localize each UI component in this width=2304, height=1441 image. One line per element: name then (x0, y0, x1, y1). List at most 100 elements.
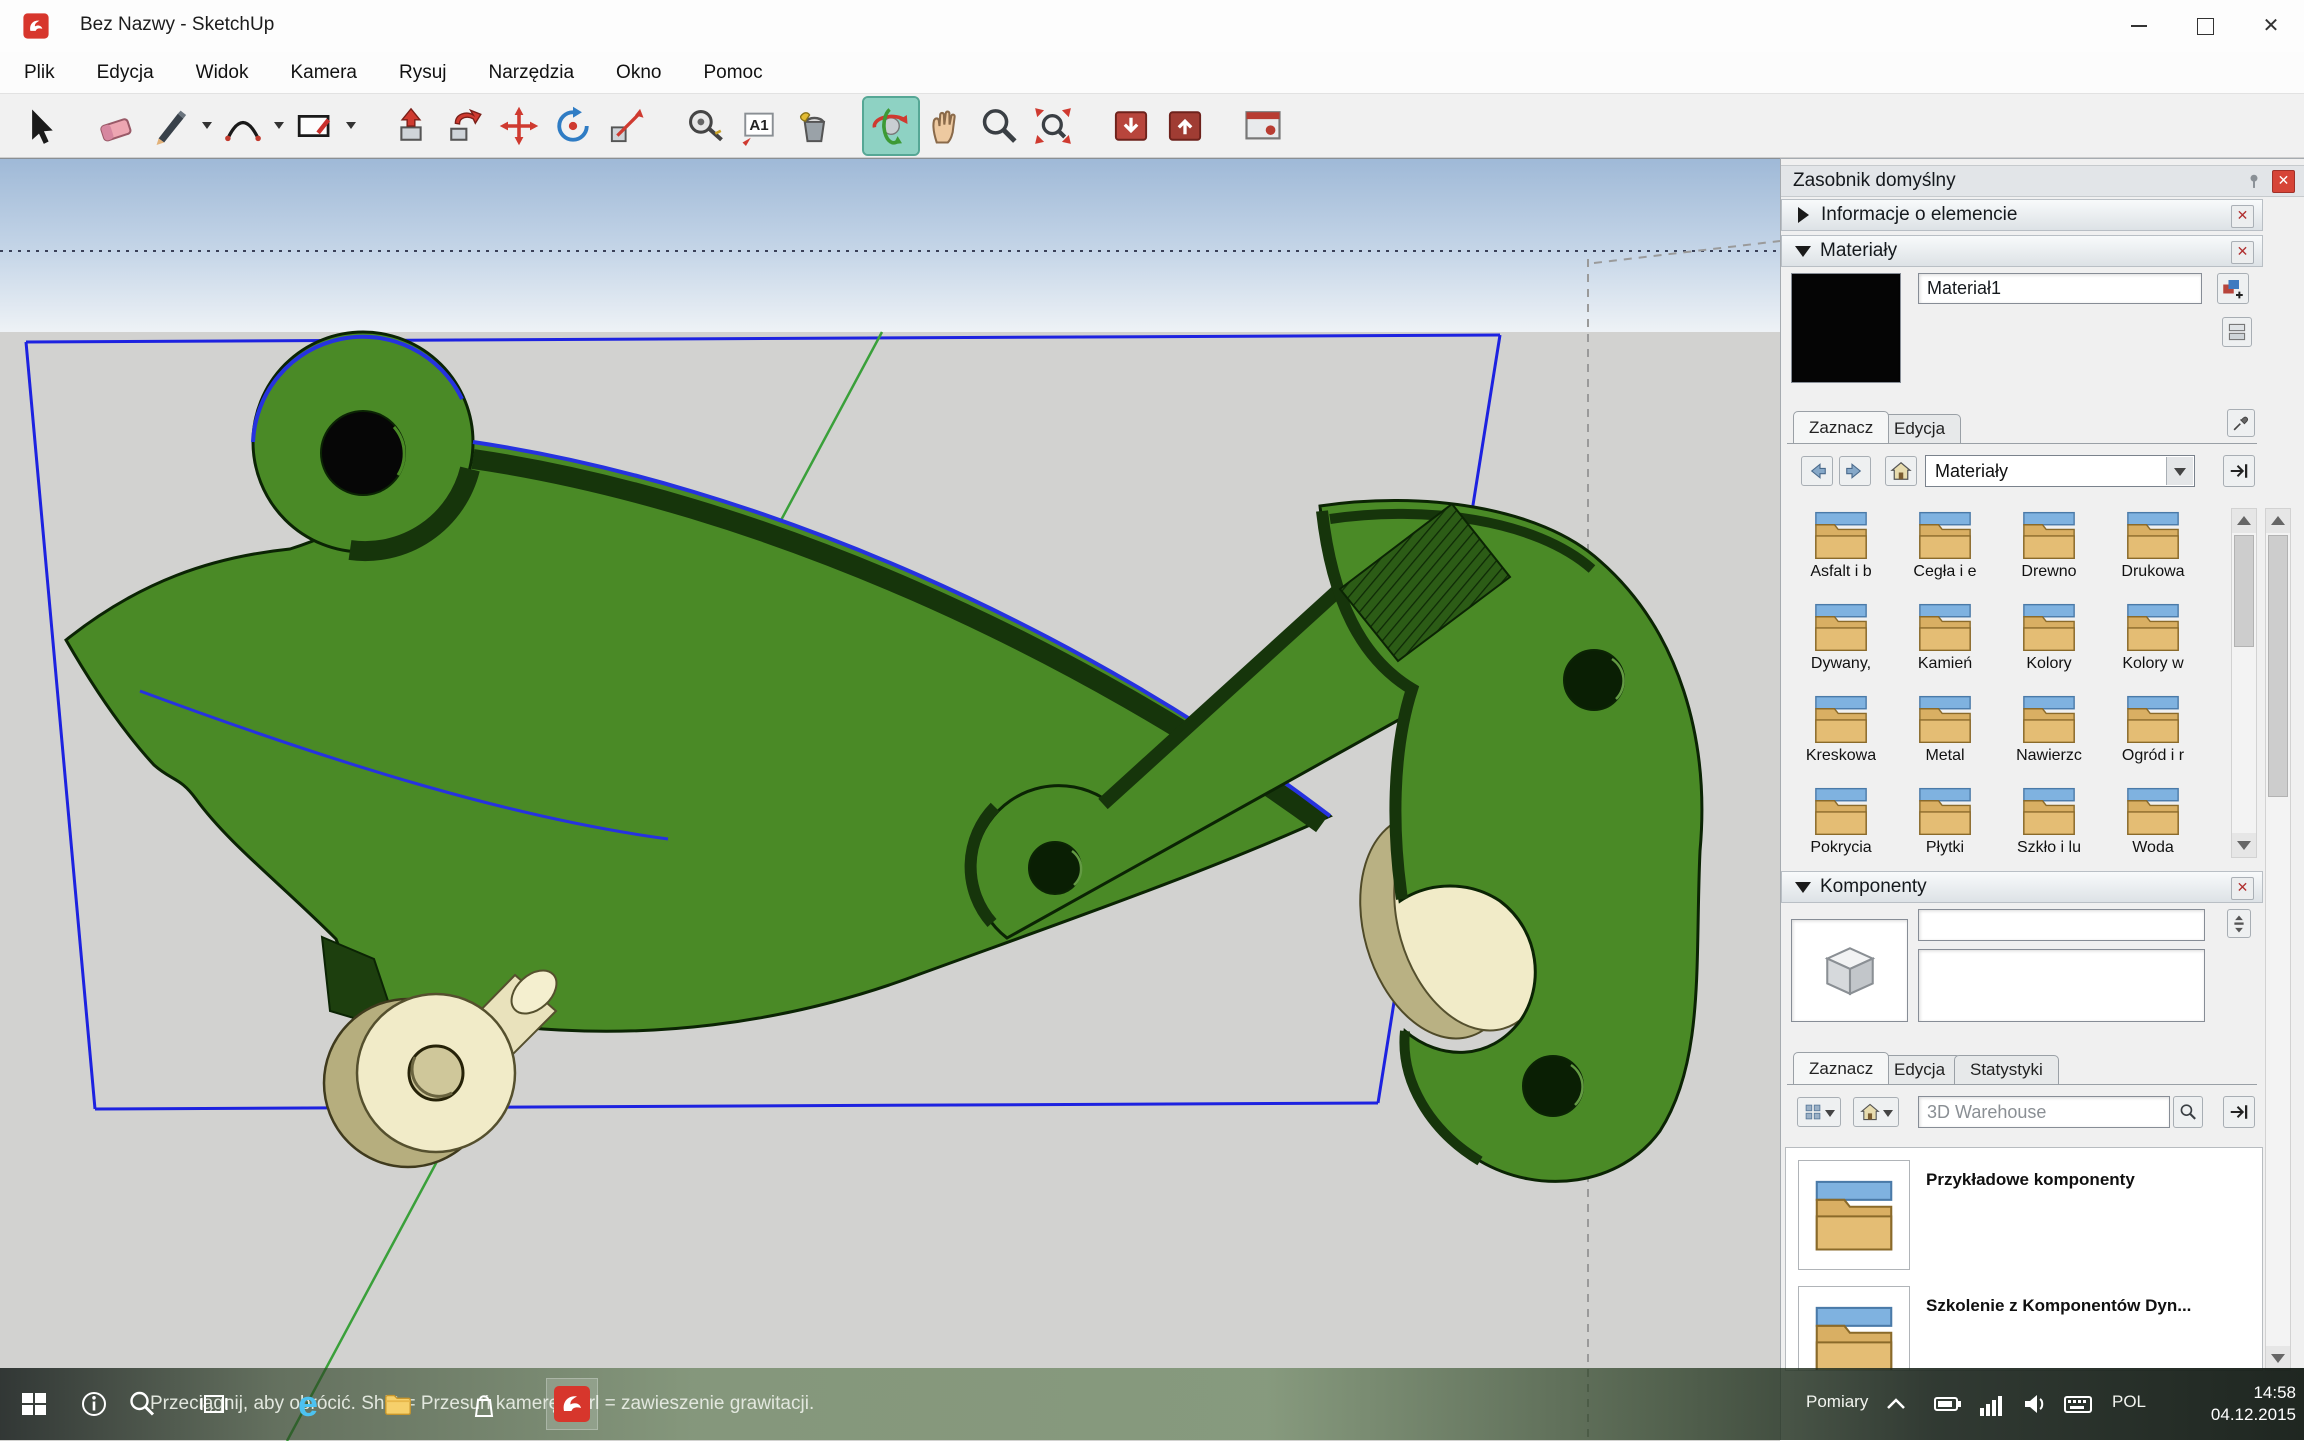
create-material-button[interactable] (2217, 273, 2249, 304)
sketchup-taskbar-button[interactable] (546, 1378, 598, 1430)
component-pane-toggle-button[interactable] (2227, 909, 2251, 938)
material-folder-item[interactable]: Pokrycia (1789, 784, 1893, 858)
arm-hole[interactable] (1029, 842, 1081, 894)
tool-text-button[interactable]: A1 (732, 98, 786, 154)
component-preview[interactable] (1791, 919, 1908, 1022)
close-button[interactable]: ✕ (2238, 0, 2304, 52)
menu-item[interactable]: Widok (194, 60, 251, 86)
tool-orbit-button[interactable] (864, 98, 918, 154)
tool-pan-button[interactable] (918, 98, 972, 154)
menu-item[interactable]: Rysuj (397, 60, 449, 86)
materials-collection-dropdown[interactable]: Materiały (1925, 455, 2195, 487)
tool-tape-measure-button[interactable] (678, 98, 732, 154)
dropdown-arrow-button[interactable] (2166, 457, 2193, 485)
components-search-field[interactable]: 3D Warehouse (1918, 1096, 2170, 1128)
search-button[interactable] (120, 1382, 164, 1426)
section-materials-header[interactable]: Materiały ✕ (1781, 235, 2263, 267)
menu-item[interactable]: Edycja (95, 60, 156, 86)
scroll-down-icon[interactable] (2232, 833, 2256, 857)
rectangle-tool-dropdown[interactable] (342, 98, 360, 154)
materials-back-button[interactable] (1801, 456, 1833, 486)
tool-pushpull-button[interactable] (384, 98, 438, 154)
tool-arc-button[interactable] (216, 98, 270, 154)
tool-scale-button[interactable] (600, 98, 654, 154)
language-indicator[interactable]: POL (2112, 1392, 2146, 1412)
task-view-button[interactable] (192, 1382, 236, 1426)
scroll-down-icon[interactable] (2266, 1346, 2290, 1370)
components-home-button[interactable] (1853, 1097, 1899, 1127)
material-folder-item[interactable]: Cegła i e (1893, 508, 1997, 600)
viewport-3d[interactable] (0, 158, 1780, 1440)
maximize-button[interactable] (2172, 0, 2238, 52)
bracket-hole-bottom[interactable] (1523, 1056, 1583, 1116)
line-tool-dropdown[interactable] (198, 98, 216, 154)
component-description-box[interactable] (1918, 949, 2205, 1022)
info-button[interactable] (72, 1382, 116, 1426)
material-folder-item[interactable]: Dywany, (1789, 600, 1893, 692)
component-list-item[interactable]: Szkolenie z Komponentów Dyn... (1798, 1286, 2262, 1371)
menu-item[interactable]: Pomoc (701, 60, 764, 86)
material-folder-item[interactable]: Kolory (1997, 600, 2101, 692)
components-details-button[interactable] (2223, 1096, 2255, 1128)
material-folder-item[interactable]: Nawierzc (1997, 692, 2101, 784)
tool-followme-button[interactable] (438, 98, 492, 154)
component-name-field[interactable] (1918, 909, 2205, 941)
materials-forward-button[interactable] (1839, 456, 1871, 486)
head-hole[interactable] (321, 411, 405, 495)
components-tab-edit[interactable]: Edycja (1878, 1055, 1961, 1085)
components-view-button[interactable] (1797, 1097, 1841, 1127)
materials-grid-scrollbar[interactable] (2231, 508, 2257, 858)
components-search-button[interactable] (2173, 1096, 2203, 1128)
menu-item[interactable]: Okno (614, 60, 663, 86)
tool-line-button[interactable] (144, 98, 198, 154)
material-folder-item[interactable]: Kamień (1893, 600, 1997, 692)
material-folder-item[interactable]: Ogród i r (2101, 692, 2205, 784)
scroll-up-icon[interactable] (2232, 509, 2256, 533)
materials-tab-select[interactable]: Zaznacz (1793, 411, 1889, 444)
tool-select-button[interactable] (12, 98, 66, 154)
tray-scrollbar[interactable] (2265, 508, 2291, 1371)
section-components-close[interactable]: ✕ (2231, 877, 2254, 900)
material-folder-item[interactable]: Drewno (1997, 508, 2101, 600)
menu-item[interactable]: Narzędzia (487, 60, 577, 86)
start-button[interactable] (12, 1382, 56, 1426)
material-folder-item[interactable]: Kolory w (2101, 600, 2205, 692)
tool-component-window-button[interactable] (1236, 98, 1290, 154)
menu-item[interactable]: Plik (22, 60, 57, 86)
tray-close-button[interactable]: ✕ (2272, 170, 2295, 193)
edge-browser-button[interactable]: e (286, 1382, 330, 1426)
materials-details-button[interactable] (2223, 455, 2255, 487)
arc-tool-dropdown[interactable] (270, 98, 288, 154)
section-materials-close[interactable]: ✕ (2231, 241, 2254, 264)
material-folder-item[interactable]: Kreskowa (1789, 692, 1893, 784)
tool-rotate-button[interactable] (546, 98, 600, 154)
materials-home-button[interactable] (1885, 456, 1917, 486)
material-preview[interactable] (1791, 273, 1901, 383)
tool-warehouse-upload-button[interactable] (1158, 98, 1212, 154)
tool-eraser-button[interactable] (90, 98, 144, 154)
tool-zoom-button[interactable] (972, 98, 1026, 154)
scrollbar-thumb[interactable] (2234, 535, 2254, 647)
tool-warehouse-download-button[interactable] (1104, 98, 1158, 154)
tool-paint-bucket-button[interactable] (786, 98, 840, 154)
section-element-info-header[interactable]: Informacje o elemencie ✕ (1781, 199, 2263, 231)
network-status[interactable] (1972, 1382, 2012, 1426)
scroll-up-icon[interactable] (2266, 509, 2290, 533)
front-wheel-hole[interactable] (409, 1046, 463, 1100)
sample-paint-button[interactable] (2227, 409, 2255, 437)
component-list-item[interactable]: Przykładowe komponenty (1798, 1160, 2262, 1270)
volume-status[interactable] (2016, 1382, 2056, 1426)
material-folder-item[interactable]: Metal (1893, 692, 1997, 784)
tray-title-bar[interactable]: Zasobnik domyślny ✕ (1781, 165, 2304, 197)
material-name-field[interactable]: Materiał1 (1918, 273, 2202, 304)
material-folder-item[interactable]: Szkło i lu (1997, 784, 2101, 858)
section-components-header[interactable]: Komponenty ✕ (1781, 871, 2263, 903)
bracket-hole-top[interactable] (1564, 650, 1624, 710)
secondary-pane-button[interactable] (2222, 317, 2252, 347)
material-folder-item[interactable]: Drukowa (2101, 508, 2205, 600)
components-tab-select[interactable]: Zaznacz (1793, 1052, 1889, 1085)
minimize-button[interactable] (2106, 0, 2172, 52)
tray-expand-button[interactable] (1878, 1382, 1914, 1426)
touch-keyboard-button[interactable] (2058, 1382, 2098, 1426)
tool-rectangle-button[interactable] (288, 98, 342, 154)
